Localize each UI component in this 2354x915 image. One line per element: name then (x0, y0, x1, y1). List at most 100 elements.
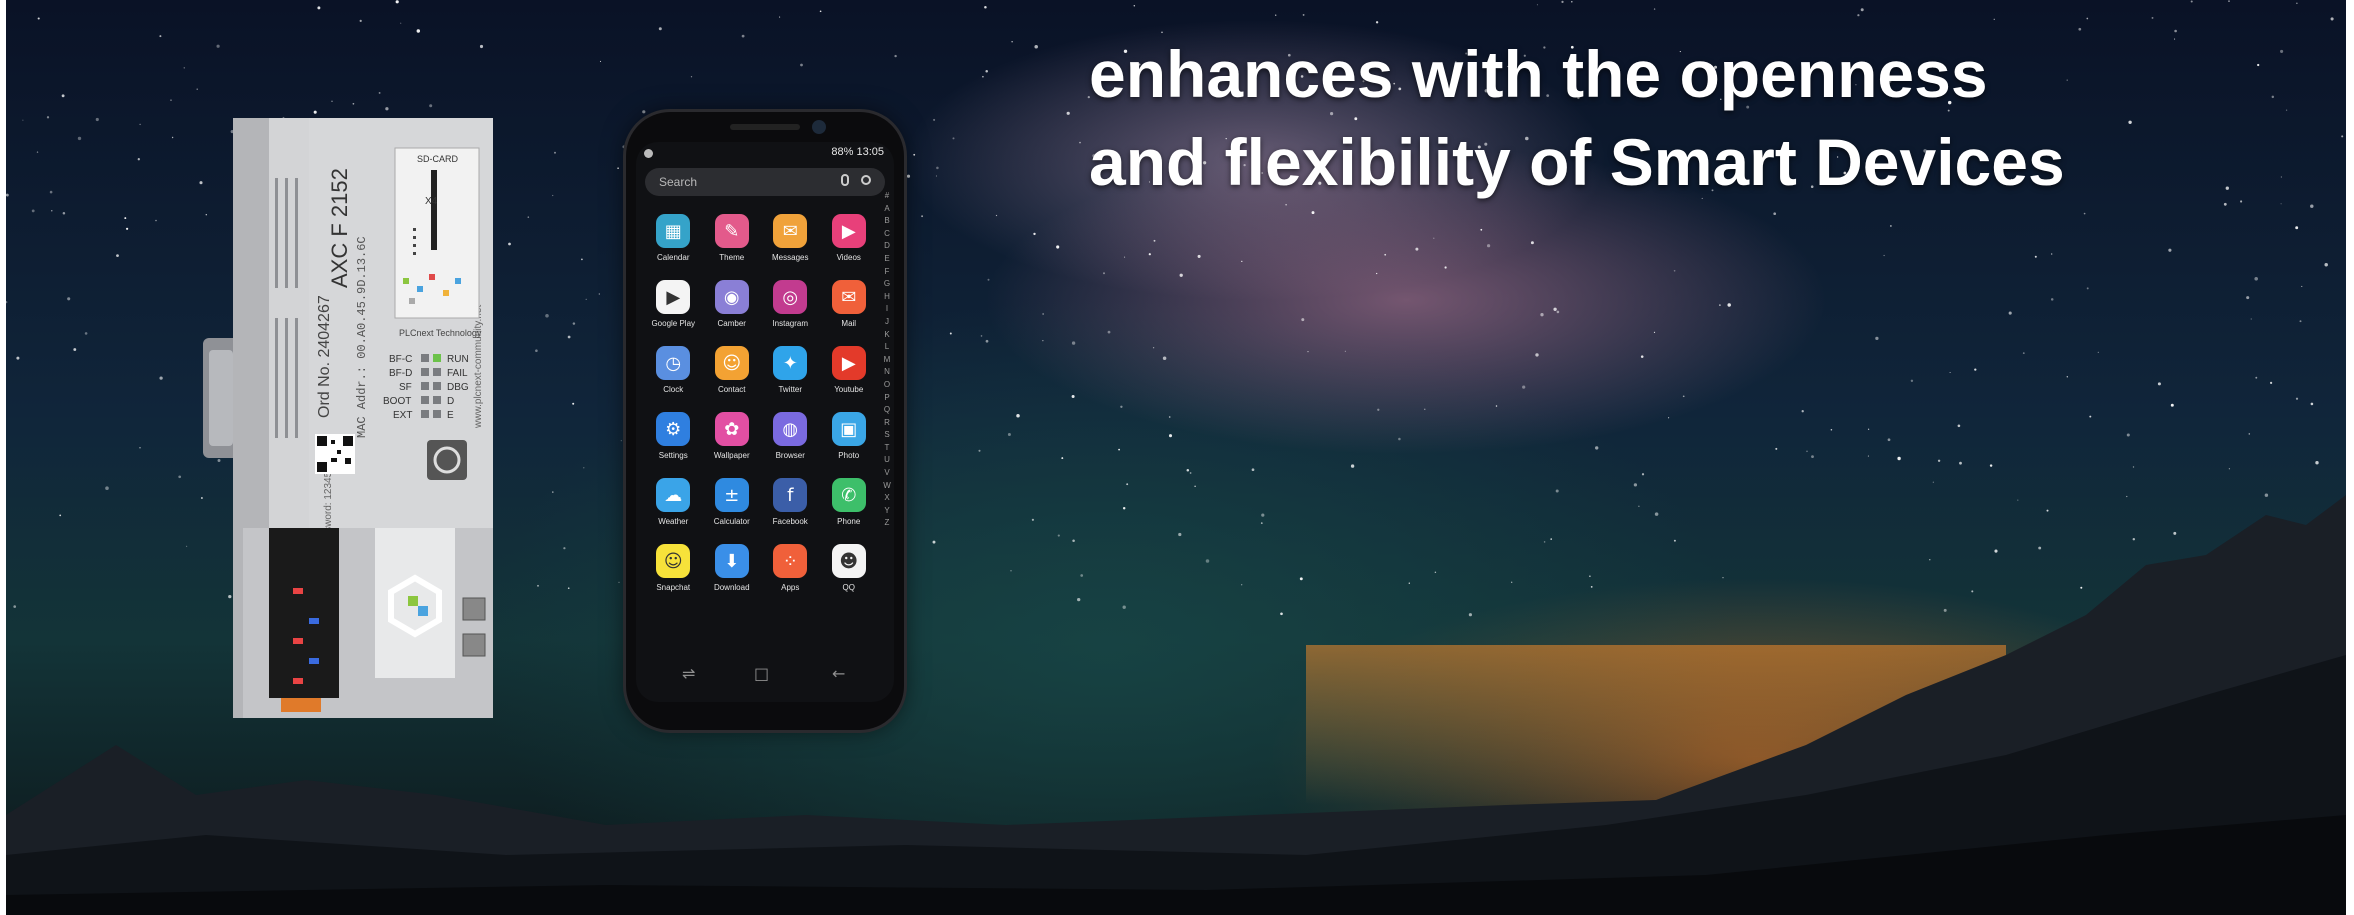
app-mail[interactable]: ✉ Mail (820, 280, 879, 328)
app-label: Youtube (834, 385, 864, 394)
app-youtube[interactable]: ▶ Youtube (820, 346, 879, 394)
download-icon: ⬇ (714, 544, 749, 578)
app-wallpaper[interactable]: ✿ Wallpaper (703, 412, 762, 460)
app-google-play[interactable]: ▶ Google Play (644, 280, 703, 328)
app-snapchat[interactable]: ☺ Snapchat (644, 544, 703, 592)
app-theme[interactable]: ✎ Theme (703, 214, 762, 262)
alphabet-letter[interactable]: D (882, 240, 892, 253)
app-browser[interactable]: ◍ Browser (761, 412, 820, 460)
star (1641, 473, 1645, 476)
search-icon[interactable] (861, 175, 871, 185)
alphabet-letter[interactable]: T (882, 442, 892, 455)
alphabet-letter[interactable]: Q (882, 404, 892, 417)
reset-button[interactable] (427, 440, 467, 480)
star (1189, 472, 1192, 474)
svg-text:BOOT: BOOT (383, 396, 411, 407)
alphabet-letter[interactable]: C (882, 228, 892, 241)
app-twitter[interactable]: ✦ Twitter (761, 346, 820, 394)
star (2301, 285, 2303, 287)
star (1376, 272, 1378, 275)
star (2022, 352, 2025, 354)
alphabet-letter[interactable]: R (882, 417, 892, 430)
app-clock[interactable]: ◷ Clock (644, 346, 703, 394)
star (1152, 347, 1155, 349)
app-label: Theme (719, 253, 745, 262)
app-camber[interactable]: ◉ Camber (703, 280, 762, 328)
alphabet-letter[interactable]: U (882, 454, 892, 467)
star (2089, 415, 2092, 418)
star (1350, 464, 1355, 468)
star (658, 27, 662, 31)
weather-icon: ☁ (656, 478, 691, 512)
back-icon[interactable]: ← (832, 664, 845, 683)
alphabet-letter[interactable]: N (882, 366, 892, 379)
star (1344, 350, 1346, 352)
alphabet-letter[interactable]: X (882, 492, 892, 505)
star (317, 6, 321, 10)
recent-apps-icon[interactable]: ⇌ (682, 664, 695, 683)
alphabet-letter[interactable]: # (882, 190, 892, 203)
star (581, 258, 583, 261)
alphabet-letter[interactable]: V (882, 467, 892, 480)
app-contact[interactable]: ☺ Contact (703, 346, 762, 394)
star (2066, 79, 2068, 81)
alphabet-letter[interactable]: M (882, 354, 892, 367)
star (622, 145, 626, 149)
twitter-icon: ✦ (773, 346, 808, 380)
app-weather[interactable]: ☁ Weather (644, 478, 703, 526)
app-calculator[interactable]: ± Calculator (703, 478, 762, 526)
app-settings[interactable]: ⚙ Settings (644, 412, 703, 460)
alphabet-letter[interactable]: P (882, 392, 892, 405)
alphabet-letter[interactable]: H (882, 291, 892, 304)
alphabet-letter[interactable]: B (882, 215, 892, 228)
alphabet-letter[interactable]: K (882, 329, 892, 342)
alphabet-index[interactable]: # A B C D E F G H I J K L M N O P Q R S T U V W X Y Z (882, 190, 892, 530)
alphabet-letter[interactable]: O (882, 379, 892, 392)
alphabet-letter[interactable]: Y (882, 505, 892, 518)
app-label: Contact (717, 385, 746, 394)
alphabet-letter[interactable]: I (882, 303, 892, 316)
search-bar[interactable]: Search (645, 168, 885, 196)
facebook-icon: f (773, 478, 808, 512)
alphabet-letter[interactable]: E (882, 253, 892, 266)
x4-label: X4 (425, 196, 438, 207)
star (1103, 272, 1105, 275)
star (2086, 287, 2089, 290)
star (2295, 397, 2299, 400)
star (1937, 459, 1941, 462)
app-label: Facebook (772, 517, 808, 526)
home-button[interactable]: □ (754, 664, 769, 683)
app-photo[interactable]: ▣ Photo (820, 412, 879, 460)
alphabet-letter[interactable]: J (882, 316, 892, 329)
star (1071, 394, 1075, 399)
alphabet-letter[interactable]: Z (882, 517, 892, 530)
alphabet-letter[interactable]: A (882, 203, 892, 216)
app-phone[interactable]: ✆ Phone (820, 478, 879, 526)
alphabet-letter[interactable]: G (882, 278, 892, 291)
star (1890, 225, 1892, 227)
app-qq[interactable]: ☻ QQ (820, 544, 879, 592)
plc-ord-no: Ord No. 2404267 (316, 295, 333, 418)
star (1875, 336, 1879, 341)
camera-icon: ◉ (714, 280, 749, 314)
star (400, 22, 402, 24)
alphabet-letter[interactable]: S (882, 429, 892, 442)
alphabet-letter[interactable]: L (882, 341, 892, 354)
star (1275, 14, 1277, 16)
app-facebook[interactable]: f Facebook (761, 478, 820, 526)
app-messages[interactable]: ✉ Messages (761, 214, 820, 262)
app-download[interactable]: ⬇ Download (703, 544, 762, 592)
star (36, 151, 39, 153)
app-label: Calendar (657, 253, 690, 262)
star (913, 153, 916, 156)
app-calendar[interactable]: ▦ Calendar (644, 214, 703, 262)
alphabet-letter[interactable]: W (882, 480, 892, 493)
app-apps[interactable]: ⁘ Apps (761, 544, 820, 592)
star (2254, 277, 2258, 281)
app-instagram[interactable]: ◎ Instagram (761, 280, 820, 328)
star (46, 116, 50, 119)
star (2295, 226, 2299, 230)
mic-icon[interactable] (841, 174, 849, 186)
alphabet-letter[interactable]: F (882, 266, 892, 279)
app-videos[interactable]: ▶ Videos (820, 214, 879, 262)
